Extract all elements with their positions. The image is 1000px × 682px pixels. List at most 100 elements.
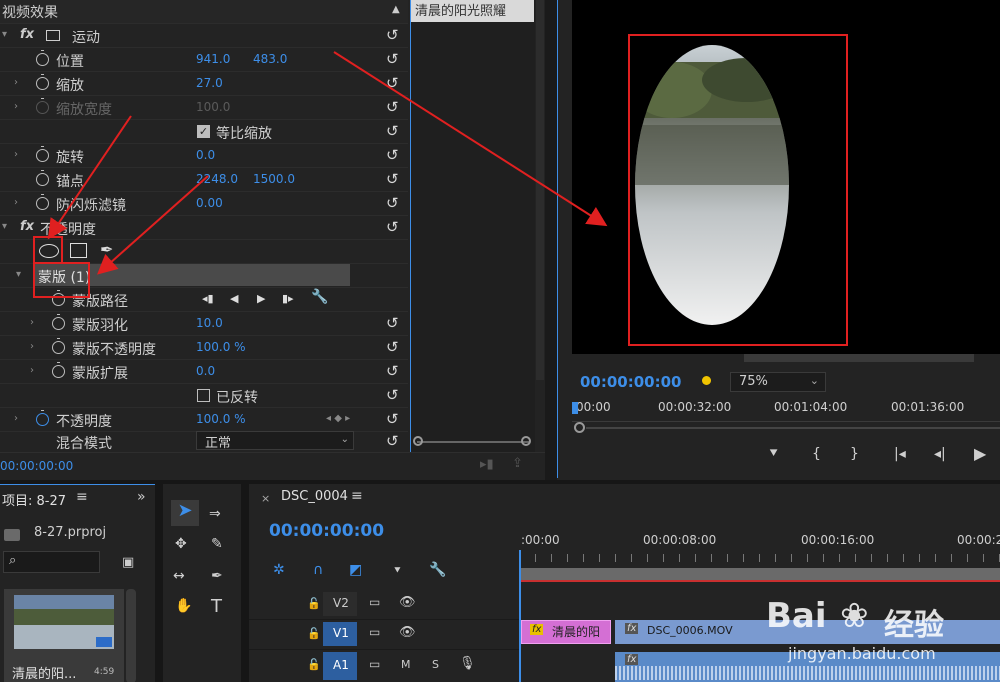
stopwatch-icon[interactable] xyxy=(36,194,49,210)
mute-button[interactable]: M xyxy=(401,658,411,671)
solo-button[interactable]: S xyxy=(432,658,439,671)
export-icon[interactable]: ⇪ xyxy=(512,456,523,471)
program-timecode[interactable]: 00:00:00:00 xyxy=(580,373,682,391)
close-icon[interactable]: × xyxy=(261,492,270,505)
scroll-end-handle[interactable] xyxy=(521,436,531,446)
go-to-in-icon[interactable]: |◂ xyxy=(894,446,906,462)
lock-icon[interactable]: 🔓 xyxy=(307,658,321,671)
title-clip[interactable]: fx 清晨的阳 xyxy=(521,620,611,644)
chevron-right-icon[interactable]: › xyxy=(14,101,18,112)
chevron-down-icon[interactable]: ▾ xyxy=(2,29,7,40)
mark-out-icon[interactable]: } xyxy=(850,446,859,462)
slip-tool-icon[interactable]: ↔ xyxy=(173,568,185,584)
zoom-select[interactable]: 75% ⌄ xyxy=(730,372,826,392)
project-title[interactable]: 项目: 8-27 xyxy=(2,490,66,509)
reset-icon[interactable]: ↺ xyxy=(386,98,399,116)
clip-tab[interactable]: 清晨的阳光照耀 xyxy=(411,0,534,22)
sync-lock-icon[interactable]: ▭ xyxy=(369,657,380,671)
selection-tool-icon[interactable]: ➤ xyxy=(171,500,199,526)
magnet-icon[interactable]: ∩ xyxy=(313,562,323,578)
reset-icon[interactable]: ↺ xyxy=(386,26,399,44)
reset-icon[interactable]: ↺ xyxy=(386,146,399,164)
anchor-x[interactable]: 2248.0 xyxy=(196,172,238,186)
program-ruler[interactable]: 00:00 00:00:32:00 00:01:04:00 00:01:36:0… xyxy=(572,396,1000,422)
fx-badge[interactable]: fx xyxy=(20,219,34,234)
position-y[interactable]: 483.0 xyxy=(253,52,287,66)
mask-opacity-value[interactable]: 100.0 % xyxy=(196,340,246,354)
lock-icon[interactable]: 🔓 xyxy=(307,627,321,640)
collapse-up-icon[interactable]: ▲ xyxy=(392,4,400,15)
eye-icon[interactable]: 👁 xyxy=(399,625,416,640)
new-bin-icon[interactable]: ▣ xyxy=(122,555,134,570)
sync-lock-icon[interactable]: ▭ xyxy=(369,595,380,609)
expand-icon[interactable]: » xyxy=(137,489,146,505)
snap-icon[interactable]: ✲ xyxy=(273,562,285,578)
effects-scrollbar[interactable] xyxy=(536,0,544,380)
eye-icon[interactable]: 👁 xyxy=(399,595,416,610)
antiflicker-value[interactable]: 0.00 xyxy=(196,196,223,210)
fx-badge[interactable]: fx xyxy=(20,27,34,42)
add-marker-icon[interactable]: ⯆ xyxy=(768,446,779,462)
rectangle-mask-icon[interactable] xyxy=(70,243,87,258)
stopwatch-icon[interactable] xyxy=(52,362,65,378)
opacity-value[interactable]: 100.0 % xyxy=(196,412,246,426)
chevron-right-icon[interactable]: › xyxy=(14,413,18,424)
step-back-icon[interactable]: ◂| xyxy=(934,446,946,462)
blend-mode-select[interactable]: 正常 ⌄ xyxy=(196,431,354,451)
play-only-icon[interactable]: ▸▮ xyxy=(480,457,494,472)
scroll-handle[interactable] xyxy=(417,441,529,443)
reset-icon[interactable]: ↺ xyxy=(386,122,399,140)
keyframe-nav-icon[interactable]: ◂ ◆ ▸ xyxy=(326,413,350,424)
sequence-name[interactable]: DSC_0004 xyxy=(281,489,348,504)
microphone-icon[interactable]: 🎙 xyxy=(459,656,476,671)
chevron-right-icon[interactable]: › xyxy=(30,317,34,328)
reset-icon[interactable]: ↺ xyxy=(386,170,399,188)
stopwatch-icon[interactable] xyxy=(36,410,49,426)
stopwatch-icon[interactable] xyxy=(52,338,65,354)
program-hscroll[interactable] xyxy=(744,354,974,362)
ripple-edit-icon[interactable]: ✥ xyxy=(175,536,187,552)
reset-icon[interactable]: ↺ xyxy=(386,194,399,212)
mask-expand-value[interactable]: 0.0 xyxy=(196,364,215,378)
lock-icon[interactable]: 🔓 xyxy=(307,597,321,610)
chevron-right-icon[interactable]: › xyxy=(30,365,34,376)
reset-icon[interactable]: ↺ xyxy=(386,314,399,332)
reset-icon[interactable]: ↺ xyxy=(386,386,399,404)
stopwatch-icon[interactable] xyxy=(52,314,65,330)
playhead-line[interactable] xyxy=(519,550,521,682)
project-search[interactable]: ⌕ xyxy=(3,551,100,573)
reset-icon[interactable]: ↺ xyxy=(386,74,399,92)
clip-thumbnail-card[interactable]: 清晨的阳... 4:59 xyxy=(4,589,124,682)
panel-menu-icon[interactable]: ≡ xyxy=(76,489,88,505)
project-scrollbar[interactable] xyxy=(126,589,136,682)
zoom-bar[interactable] xyxy=(586,427,1000,429)
uniform-scale-checkbox[interactable]: ✓ xyxy=(197,125,210,138)
stopwatch-icon[interactable] xyxy=(36,74,49,90)
timeline-timecode[interactable]: 00:00:00:00 xyxy=(269,521,384,541)
chevron-right-icon[interactable]: › xyxy=(14,197,18,208)
timeline-ruler[interactable]: :00:00 00:00:08:00 00:00:16:00 00:00:2 xyxy=(519,528,1000,566)
wrench-icon[interactable]: 🔧 xyxy=(429,562,446,578)
next-keyframe-icon[interactable]: ▮▸ xyxy=(282,292,294,305)
reset-icon[interactable]: ↺ xyxy=(386,338,399,356)
reset-icon[interactable]: ↺ xyxy=(386,218,399,236)
prev-keyframe-icon[interactable]: ◂▮ xyxy=(202,292,214,305)
mask-feather-value[interactable]: 10.0 xyxy=(196,316,223,330)
sync-lock-icon[interactable]: ▭ xyxy=(369,625,380,639)
chevron-down-icon[interactable]: ▾ xyxy=(2,221,7,232)
reset-icon[interactable]: ↺ xyxy=(386,410,399,428)
inverted-checkbox[interactable] xyxy=(197,389,210,402)
stopwatch-icon[interactable] xyxy=(36,170,49,186)
reset-icon[interactable]: ↺ xyxy=(386,432,399,450)
razor-tool-icon[interactable]: ✎ xyxy=(211,536,223,552)
wrench-icon[interactable]: 🔧 xyxy=(311,289,328,305)
playhead-icon[interactable] xyxy=(572,402,578,414)
scroll-start-handle[interactable] xyxy=(413,436,423,446)
transform-icon[interactable] xyxy=(46,30,60,41)
chevron-right-icon[interactable]: › xyxy=(14,149,18,160)
chevron-right-icon[interactable]: › xyxy=(14,77,18,88)
pen-tool-icon[interactable]: ✒ xyxy=(211,568,223,584)
mark-in-icon[interactable]: { xyxy=(812,446,821,462)
pen-mask-icon[interactable]: ✒ xyxy=(100,240,113,259)
hand-tool-icon[interactable]: ✋ xyxy=(175,598,192,614)
